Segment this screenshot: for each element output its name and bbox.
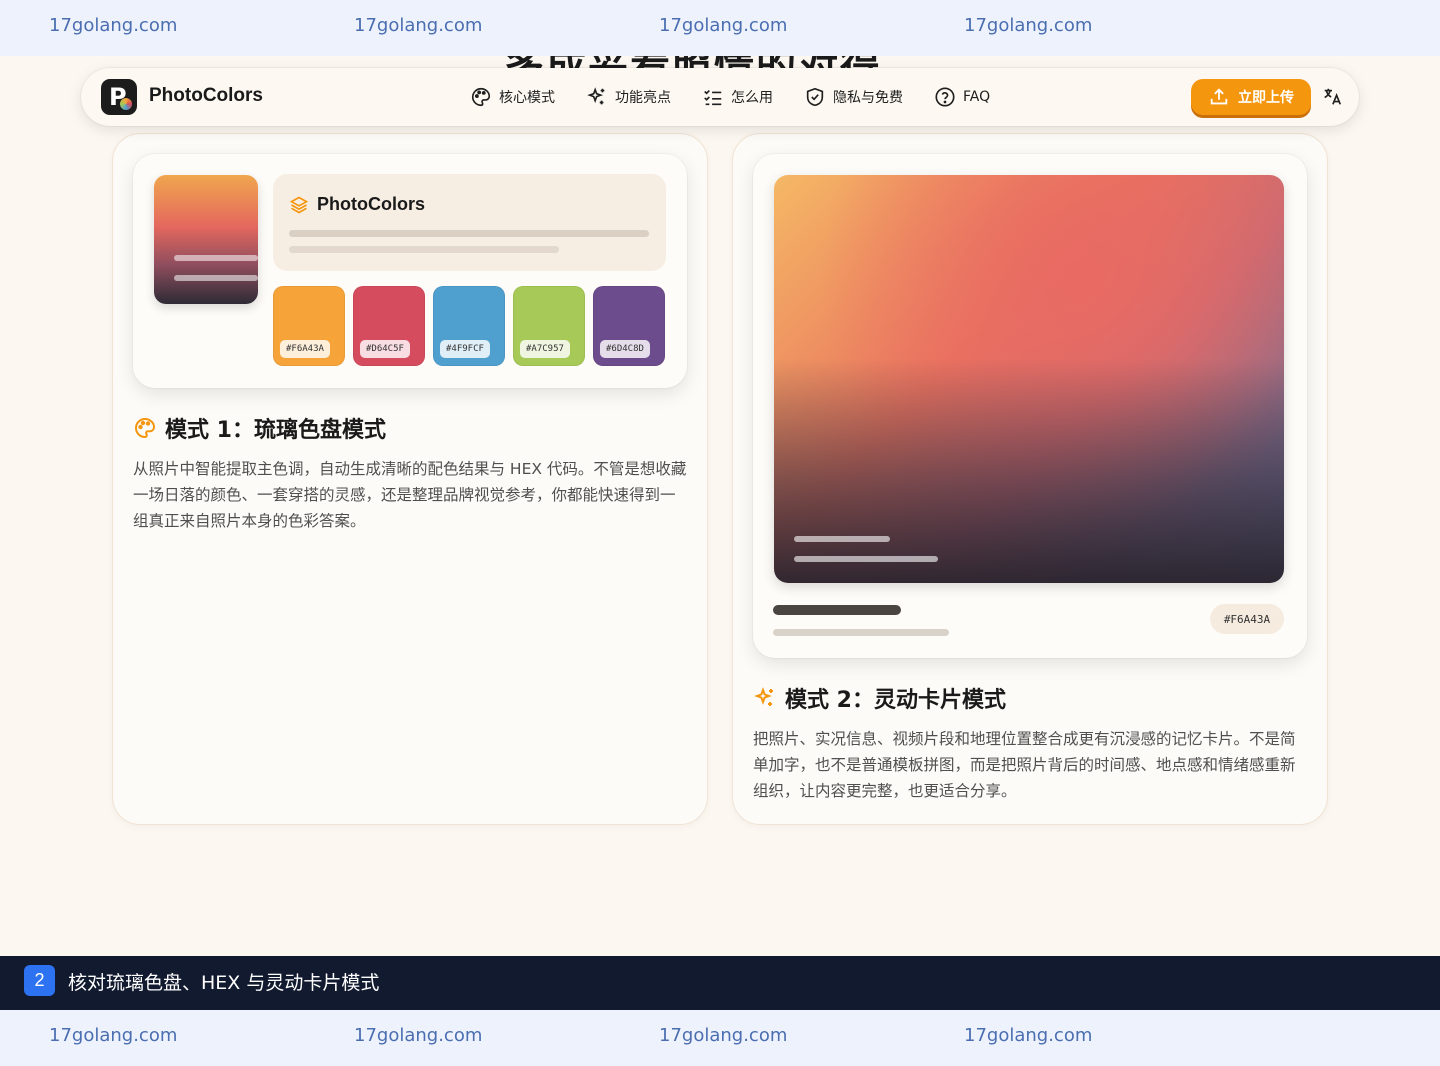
nav-item-how-to-use[interactable]: 怎么用 [702, 85, 773, 109]
app-logo[interactable]: P [101, 79, 137, 115]
hex-badge: #F6A43A [1210, 604, 1284, 634]
color-swatch[interactable]: #4F9FCF [433, 286, 505, 366]
nav-item-faq[interactable]: FAQ [934, 85, 990, 109]
upload-now-button[interactable]: 立即上传 [1191, 79, 1311, 115]
upload-icon [1210, 88, 1228, 105]
watermark-text: 17golang.com [659, 15, 788, 36]
nav-item-core-modes[interactable]: 核心模式 [470, 85, 555, 109]
question-circle-icon [935, 87, 955, 107]
hex-code: #4F9FCF [440, 340, 490, 358]
watermark-text: 17golang.com [659, 1025, 788, 1046]
palette-mockup: PhotoColors #F6A43A #D64C5F #4F9FCF #A7C… [133, 154, 687, 388]
top-navbar: P PhotoColors 核心模式 功能亮点 怎么用 隐私与免费 FAQ 立即… [81, 68, 1359, 126]
brand-name[interactable]: PhotoColors [149, 85, 263, 107]
sparkles-icon [754, 687, 773, 706]
hex-code: #D64C5F [360, 340, 410, 358]
checklist-icon [704, 89, 722, 106]
mock-app-title: PhotoColors [317, 194, 425, 214]
language-switch-button[interactable] [1321, 86, 1343, 108]
shield-icon [806, 87, 824, 107]
memory-card-photo [774, 175, 1284, 583]
watermark-text: 17golang.com [964, 15, 1093, 36]
palette-icon [472, 87, 491, 107]
caption-text: 核对琉璃色盘、HEX 与灵动卡片模式 [68, 972, 380, 994]
caption-bar: 2 核对琉璃色盘、HEX 与灵动卡片模式 [0, 956, 1440, 1010]
photo-thumbnail [154, 175, 258, 304]
watermark-text: 17golang.com [354, 1025, 483, 1046]
hex-code: #F6A43A [280, 340, 330, 358]
sparkles-icon [587, 87, 605, 105]
watermark-text: 17golang.com [354, 15, 483, 36]
hex-code: #A7C957 [520, 340, 570, 358]
nav-item-privacy[interactable]: 隐私与免费 [804, 85, 903, 109]
mode-1-description: 从照片中智能提取主色调，自动生成清晰的配色结果与 HEX 代码。不管是想收藏一场… [133, 460, 687, 530]
mode-2-title: 模式 2：灵动卡片模式 [753, 682, 1006, 714]
palette-info-panel: PhotoColors [273, 174, 666, 271]
color-swatch[interactable]: #D64C5F [353, 286, 425, 366]
color-swatch[interactable]: #A7C957 [513, 286, 585, 366]
color-swatch[interactable]: #F6A43A [273, 286, 345, 366]
step-number-badge: 2 [24, 965, 55, 996]
feature-card-mode-1: PhotoColors #F6A43A #D64C5F #4F9FCF #A7C… [112, 133, 708, 825]
color-swatch[interactable]: #6D4C8D [593, 286, 665, 366]
nav-item-features[interactable]: 功能亮点 [586, 85, 671, 109]
watermark-bar-top: 17golang.com 17golang.com 17golang.com 1… [0, 0, 1440, 56]
layers-icon [289, 196, 309, 214]
watermark-text: 17golang.com [964, 1025, 1093, 1046]
watermark-text: 17golang.com [49, 1025, 178, 1046]
mode-1-title: 模式 1：琉璃色盘模式 [133, 412, 386, 444]
memory-card-mockup: #F6A43A [753, 154, 1307, 658]
feature-card-mode-2: #F6A43A 模式 2：灵动卡片模式 把照片、实况信息、视频片段和地理位置整合… [732, 133, 1328, 825]
palette-icon [135, 417, 156, 439]
mode-2-description: 把照片、实况信息、视频片段和地理位置整合成更有沉浸感的记忆卡片。不是简单加字，也… [753, 730, 1296, 800]
translate-icon [1324, 88, 1342, 105]
hex-code: #6D4C8D [600, 340, 650, 358]
watermark-text: 17golang.com [49, 15, 178, 36]
watermark-bar-bottom: 17golang.com 17golang.com 17golang.com 1… [0, 1010, 1440, 1066]
